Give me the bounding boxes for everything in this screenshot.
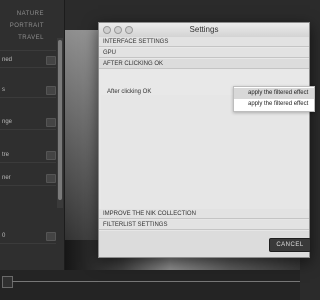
- category-item-portrait[interactable]: PORTRAIT: [0, 20, 64, 32]
- row-toggle[interactable]: [46, 232, 56, 241]
- after-clicking-dropdown[interactable]: apply the filtered effect apply the filt…: [233, 86, 315, 112]
- divider: [0, 129, 56, 130]
- filter-sidebar: NATURE PORTRAIT TRAVEL ned s nge tre ner…: [0, 0, 65, 300]
- filter-row-label: 0: [2, 233, 6, 239]
- filter-row-label: nge: [2, 119, 13, 125]
- filter-row-label: ned: [2, 57, 13, 63]
- divider: [0, 97, 56, 98]
- cancel-button[interactable]: CANCEL: [269, 238, 311, 252]
- bottom-toolbar: [0, 270, 300, 300]
- divider: [0, 162, 56, 163]
- category-item[interactable]: [0, 0, 64, 8]
- divider: [0, 67, 56, 68]
- divider: [0, 243, 56, 244]
- section-interface-settings[interactable]: INTERFACE SETTINGS: [99, 37, 309, 47]
- zoom-track[interactable]: [12, 281, 300, 282]
- row-toggle[interactable]: [46, 118, 56, 127]
- filter-row[interactable]: ned: [0, 55, 58, 65]
- category-item-nature[interactable]: NATURE: [0, 8, 64, 20]
- settings-dialog: Settings INTERFACE SETTINGS GPU AFTER CL…: [98, 22, 315, 258]
- row-toggle[interactable]: [46, 56, 56, 65]
- row-toggle[interactable]: [46, 86, 56, 95]
- filter-row[interactable]: nge: [0, 117, 58, 127]
- filter-row-label: ner: [2, 175, 11, 181]
- dropdown-option[interactable]: apply the filtered effect: [234, 88, 314, 99]
- section-improve-nik-collection[interactable]: IMPROVE THE NIK COLLECTION: [99, 209, 309, 219]
- row-toggle[interactable]: [46, 151, 56, 160]
- title-bar: Settings: [99, 23, 309, 38]
- after-clicking-label: After clicking OK: [107, 89, 152, 95]
- category-item-travel[interactable]: TRAVEL: [0, 32, 64, 44]
- dialog-title: Settings: [189, 25, 219, 34]
- filter-row[interactable]: s: [0, 85, 58, 95]
- section-filterlist-settings[interactable]: FILTERLIST SETTINGS: [99, 220, 309, 230]
- divider: [0, 50, 56, 51]
- section-gpu[interactable]: GPU: [99, 48, 309, 58]
- panel-toggle-button[interactable]: [2, 276, 13, 288]
- filter-row-label: s: [2, 87, 5, 93]
- divider: [0, 185, 56, 186]
- section-after-clicking-ok[interactable]: AFTER CLICKING OK: [99, 59, 309, 69]
- sidebar-scrollbar[interactable]: [57, 38, 63, 208]
- filter-row-label: tre: [2, 152, 10, 158]
- filter-row[interactable]: 0: [0, 231, 58, 241]
- dropdown-option[interactable]: apply the filtered effect: [234, 99, 314, 110]
- category-menu: NATURE PORTRAIT TRAVEL: [0, 0, 64, 44]
- row-toggle[interactable]: [46, 174, 56, 183]
- filter-row[interactable]: ner: [0, 173, 58, 183]
- sidebar-scrollbar-thumb[interactable]: [58, 40, 62, 200]
- filter-row[interactable]: tre: [0, 150, 58, 160]
